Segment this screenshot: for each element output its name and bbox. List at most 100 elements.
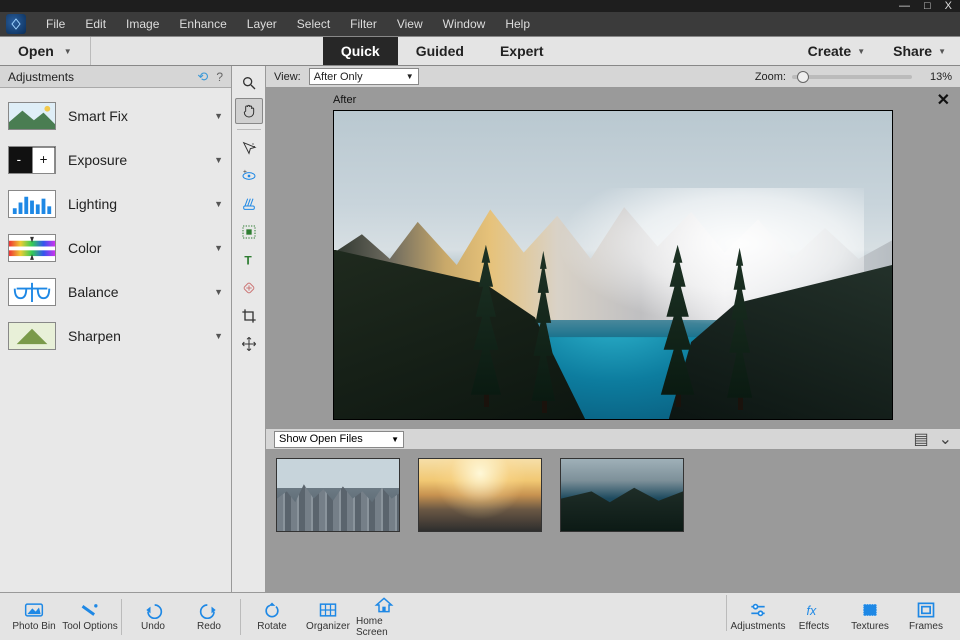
chevron-down-icon: ▼ [857,47,865,56]
canvas-image[interactable]: After [333,110,893,420]
bin-thumb-3[interactable] [560,458,684,532]
adj-label: Color [68,240,101,256]
adj-smart-fix[interactable]: Smart Fix▼ [0,94,231,138]
bin-menu-icon[interactable]: ▤ [913,429,928,449]
tool-strip: + T [232,66,266,592]
chevron-down-icon: ▼ [214,199,223,209]
minimize-button[interactable]: — [899,0,910,12]
chevron-down-icon: ▼ [64,47,72,56]
photo-bin-button[interactable]: Photo Bin [6,595,62,639]
bottom-toolbar: Photo Bin Tool Options Undo Redo Rotate … [0,592,960,640]
photo-bin-bar: Show Open Files ▼ ▤ ⌄ [266,428,960,450]
btn-label: Tool Options [62,621,118,632]
organizer-button[interactable]: Organizer [300,595,356,639]
chevron-down-icon: ▼ [214,243,223,253]
smart-fix-icon [8,102,56,130]
eye-tool[interactable]: + [235,163,263,189]
adj-exposure[interactable]: -+ Exposure▼ [0,138,231,182]
menu-file[interactable]: File [38,14,73,34]
adj-color[interactable]: Color ▼ [0,226,231,270]
svg-text:fx: fx [807,604,817,618]
adj-lighting[interactable]: Lighting▼ [0,182,231,226]
spot-heal-tool[interactable] [235,275,263,301]
textures-button[interactable]: Textures [842,595,898,639]
adjustments-title: Adjustments [8,70,74,84]
zoom-slider[interactable] [792,75,912,79]
adj-balance[interactable]: Balance▼ [0,270,231,314]
chevron-down-icon: ▼ [214,331,223,341]
hand-tool[interactable] [235,98,263,124]
menu-layer[interactable]: Layer [239,14,285,34]
undo-button[interactable]: Undo [125,595,181,639]
btn-label: Effects [799,621,829,632]
menu-help[interactable]: Help [497,14,538,34]
bin-select[interactable]: Show Open Files ▼ [274,431,404,448]
svg-text:-: - [17,152,21,167]
chevron-down-icon: ▼ [391,435,399,444]
sharpen-icon [8,322,56,350]
btn-label: Rotate [257,621,286,632]
type-tool[interactable]: T [235,247,263,273]
frames-button[interactable]: Frames [898,595,954,639]
zoom-tool[interactable] [235,70,263,96]
share-button[interactable]: Share ▼ [879,37,960,65]
adj-label: Exposure [68,152,127,168]
redeye-tool[interactable] [235,219,263,245]
maximize-button[interactable]: □ [924,0,931,12]
svg-text:T: T [244,254,252,268]
bin-select-value: Show Open Files [279,433,363,445]
menu-bar: File Edit Image Enhance Layer Select Fil… [0,12,960,36]
bin-collapse-icon[interactable]: ⌄ [939,429,952,449]
menu-view[interactable]: View [389,14,431,34]
close-document-button[interactable]: ✕ [937,90,950,110]
btn-label: Textures [851,621,889,632]
balance-icon [8,278,56,306]
menu-filter[interactable]: Filter [342,14,385,34]
close-window-button[interactable]: X [945,0,952,12]
btn-label: Frames [909,621,943,632]
tool-options-button[interactable]: Tool Options [62,595,118,639]
btn-label: Undo [141,621,165,632]
open-button[interactable]: Open ▼ [0,37,91,65]
view-select[interactable]: After Only ▼ [309,68,419,85]
whiten-tool[interactable] [235,191,263,217]
help-icon[interactable]: ? [212,70,223,84]
open-label: Open [18,43,54,59]
zoom-percent: 13% [918,71,952,83]
menu-image[interactable]: Image [118,14,167,34]
color-icon [8,234,56,262]
rotate-button[interactable]: Rotate [244,595,300,639]
chevron-down-icon: ▼ [214,155,223,165]
bin-thumb-1[interactable] [276,458,400,532]
adj-label: Smart Fix [68,108,128,124]
btn-label: Photo Bin [12,621,55,632]
adjustments-panel: Adjustments ⟲ ? Smart Fix▼ -+ Exposure▼ … [0,66,232,592]
chevron-down-icon: ▼ [406,72,414,81]
tab-quick[interactable]: Quick [323,37,398,65]
tab-expert[interactable]: Expert [482,37,562,65]
create-label: Create [808,43,852,59]
menu-edit[interactable]: Edit [77,14,114,34]
window-titlebar: — □ X [0,0,960,12]
adj-sharpen[interactable]: Sharpen ▼ [0,314,231,358]
mode-tabs: Quick Guided Expert [323,37,562,65]
menu-select[interactable]: Select [289,14,338,34]
photo-bin [266,450,960,540]
move-tool[interactable] [235,331,263,357]
redo-button[interactable]: Redo [181,595,237,639]
adjustments-button[interactable]: Adjustments [730,595,786,639]
svg-text:+: + [243,168,247,175]
create-button[interactable]: Create ▼ [794,37,880,65]
quick-select-tool[interactable] [235,135,263,161]
effects-button[interactable]: fx Effects [786,595,842,639]
bin-thumb-2[interactable] [418,458,542,532]
view-label: View: [274,71,301,83]
home-screen-button[interactable]: Home Screen [356,595,412,639]
adj-label: Sharpen [68,328,121,344]
reset-icon[interactable]: ⟲ [193,69,212,85]
crop-tool[interactable] [235,303,263,329]
menu-enhance[interactable]: Enhance [171,14,234,34]
zoom-slider-knob[interactable] [797,71,809,83]
tab-guided[interactable]: Guided [398,37,482,65]
menu-window[interactable]: Window [435,14,494,34]
